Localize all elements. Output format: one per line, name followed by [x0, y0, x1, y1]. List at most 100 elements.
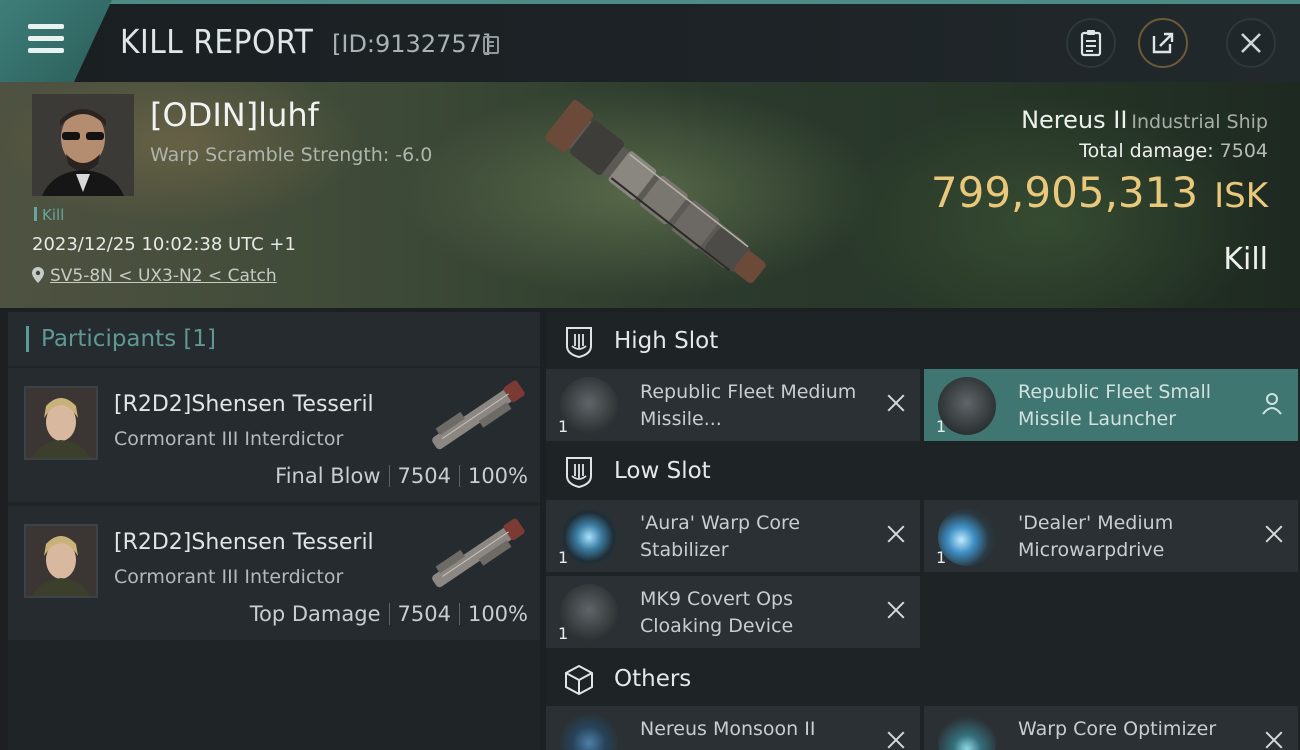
others-label: Others: [614, 666, 692, 692]
fitting-item[interactable]: 1 Republic Fleet Small Missile Launcher: [924, 369, 1298, 441]
victim-ship: Nereus II Industrial Ship: [1021, 106, 1268, 134]
destroyed-icon: [886, 600, 906, 620]
missile-launcher-icon: [938, 377, 996, 435]
participant-row[interactable]: [R2D2]Shensen Tesseril Cormorant III Int…: [8, 368, 540, 502]
location-pin-icon: [32, 267, 44, 283]
kill-tag-label: Kill: [42, 206, 65, 224]
participant-row[interactable]: [R2D2]Shensen Tesseril Cormorant III Int…: [8, 506, 540, 640]
low-slot-icon: [566, 457, 592, 488]
isk-unit: ISK: [1214, 176, 1268, 216]
fitting-panel: High Slot 1 Republic Fleet Medium Missil…: [546, 312, 1300, 750]
item-name: Republic Fleet Medium Missile...: [640, 381, 857, 430]
total-damage: Total damage: 7504: [1079, 140, 1268, 162]
participants-panel: Participants [1] [R2D2]Shensen Tesseril …: [8, 312, 540, 750]
copy-icon[interactable]: [483, 36, 499, 54]
participant-ship-image: [432, 518, 525, 588]
participant-role: Final Blow: [275, 464, 381, 488]
participant-avatar[interactable]: [24, 524, 98, 598]
victim-portrait-icon: [32, 94, 134, 196]
result-label: Kill: [1223, 242, 1268, 277]
low-slot-header: Low Slot: [546, 444, 1300, 500]
participant-stats: Top Damage 7504 100%: [250, 602, 528, 626]
participant-name[interactable]: [R2D2]Shensen Tesseril: [114, 392, 374, 417]
item-quantity: 1: [558, 624, 569, 643]
participant-role: Top Damage: [249, 602, 381, 626]
header-accent-bar: [26, 326, 29, 352]
fitting-item[interactable]: 1 'Dealer' Medium Microwarpdrive: [924, 500, 1298, 572]
participant-stats: Final Blow 7504 100%: [275, 464, 528, 488]
hamburger-icon: [28, 24, 64, 54]
participant-percent: 100%: [467, 464, 528, 488]
clipboard-button[interactable]: [1066, 18, 1116, 68]
item-name: 'Dealer' Medium Microwarpdrive: [1018, 512, 1174, 561]
cube-icon: [565, 664, 593, 696]
menu-button[interactable]: [0, 0, 112, 82]
participant-name[interactable]: [R2D2]Shensen Tesseril: [114, 530, 374, 555]
item-quantity: 1: [936, 548, 947, 567]
participant-damage: 7504: [397, 464, 451, 488]
fitting-item[interactable]: 1 MK9 Covert Ops Cloaking Device: [546, 576, 920, 648]
victim-name[interactable]: [ODIN]luhf: [150, 96, 319, 134]
microwarpdrive-icon: [938, 508, 996, 566]
item-quantity: 1: [558, 417, 569, 436]
kill-report-window: KILL REPORT [ID:9132757] [ODIN]luhf Warp…: [0, 0, 1300, 750]
participant-avatar[interactable]: [24, 386, 98, 460]
share-icon: [1152, 32, 1174, 54]
location-text: SV5-8N < UX3-N2 < Catch: [50, 266, 277, 286]
high-slot-icon: [566, 327, 592, 358]
location-link[interactable]: SV5-8N < UX3-N2 < Catch: [32, 266, 277, 286]
high-slot-header: High Slot: [546, 314, 1300, 370]
header-accent-line: [0, 0, 1300, 4]
missile-launcher-icon: [560, 377, 618, 435]
participant-ship: Cormorant III Interdictor: [114, 428, 344, 450]
victim-avatar[interactable]: [32, 94, 134, 196]
destroyed-icon: [886, 524, 906, 544]
destroyed-icon: [1264, 730, 1284, 750]
close-button[interactable]: [1226, 18, 1276, 68]
destroyed-icon: [886, 730, 906, 750]
item-name: 'Aura' Warp Core Stabilizer: [640, 512, 801, 561]
item-name: MK9 Covert Ops Cloaking Device: [640, 588, 794, 637]
cloaking-device-icon: [560, 584, 618, 642]
ship-class: Industrial Ship: [1131, 111, 1268, 133]
warp-core-stabilizer-icon: [560, 508, 618, 566]
participant-ship-image: [432, 380, 525, 450]
warp-core-optimizer-icon: [938, 714, 996, 750]
kill-tag: Kill: [34, 206, 64, 224]
item-quantity: 1: [936, 417, 947, 436]
person-icon: [1262, 393, 1282, 415]
share-button[interactable]: [1138, 18, 1188, 68]
participant-damage: 7504: [397, 602, 451, 626]
report-id: [ID:9132757]: [332, 30, 492, 58]
clipboard-icon: [1080, 30, 1102, 57]
participant-ship: Cormorant III Interdictor: [114, 566, 344, 588]
fitting-item[interactable]: 1 Republic Fleet Medium Missile...: [546, 369, 920, 441]
low-slot-label: Low Slot: [614, 458, 711, 484]
participants-title: Participants [1]: [41, 326, 216, 352]
item-name: Warp Core Optimizer: [1018, 718, 1217, 740]
item-name: Nereus Monsoon II: [640, 718, 816, 740]
page-title: KILL REPORT: [120, 22, 314, 61]
participants-header: Participants [1]: [8, 312, 540, 366]
destroyed-icon: [1264, 524, 1284, 544]
fitting-item[interactable]: Warp Core Optimizer: [924, 706, 1298, 750]
total-damage-value: 7504: [1219, 140, 1268, 162]
close-icon: [1241, 33, 1261, 53]
warp-scramble-strength: Warp Scramble Strength: -6.0: [150, 144, 433, 166]
kill-datetime: 2023/12/25 10:02:38 UTC +1: [32, 234, 296, 255]
fitting-item[interactable]: 1 'Aura' Warp Core Stabilizer: [546, 500, 920, 572]
fitting-item[interactable]: Nereus Monsoon II: [546, 706, 920, 750]
isk-amount: 799,905,313: [930, 168, 1199, 217]
destroyed-icon: [886, 393, 906, 413]
participant-portrait-icon: [26, 388, 96, 458]
participant-portrait-icon: [26, 526, 96, 596]
participant-percent: 100%: [467, 602, 528, 626]
item-quantity: 1: [558, 548, 569, 567]
item-name: Republic Fleet Small Missile Launcher: [1018, 381, 1212, 430]
drone-icon: [560, 714, 618, 750]
total-damage-label: Total damage:: [1079, 140, 1214, 162]
others-header: Others: [546, 652, 1300, 708]
high-slot-label: High Slot: [614, 328, 719, 354]
victim-ship-image[interactable]: [530, 92, 790, 302]
isk-value: 799,905,313 ISK: [931, 168, 1268, 217]
